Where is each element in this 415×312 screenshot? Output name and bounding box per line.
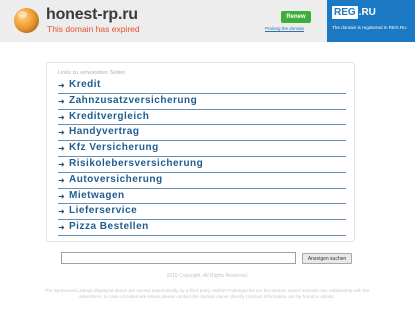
related-link[interactable]: ➜ Kfz Versicherung	[58, 141, 346, 157]
related-link-label[interactable]: Mietwagen	[69, 190, 125, 201]
search-input[interactable]	[61, 252, 296, 264]
related-link-label[interactable]: Pizza Bestellen	[69, 221, 149, 232]
copyright-text: 2015 Copyright. All Rights Reserved.	[166, 273, 249, 279]
arrow-right-icon: ➜	[58, 112, 65, 122]
expired-notice: This domain has expired	[47, 24, 140, 34]
related-link-label[interactable]: Handyvertrag	[69, 126, 139, 137]
domain-title: honest-rp.ru	[46, 6, 138, 23]
related-link-label[interactable]: Kfz Versicherung	[69, 142, 159, 153]
arrow-right-icon: ➜	[58, 207, 65, 217]
related-links-box: Links zu verwandten Seiten ➜ Kredit ➜ Za…	[46, 62, 355, 242]
related-link-label[interactable]: Kreditvergleich	[69, 111, 149, 122]
arrow-right-icon: ➜	[58, 191, 65, 201]
related-link-label[interactable]: Lieferservice	[69, 205, 137, 216]
related-link[interactable]: ➜ Autoversicherung	[58, 173, 346, 189]
related-link[interactable]: ➜ Handyvertrag	[58, 125, 346, 142]
arrow-right-icon: ➜	[58, 128, 65, 138]
arrow-right-icon: ➜	[58, 96, 65, 106]
arrow-right-icon: ➜	[58, 223, 65, 233]
registrar-logo: REG .RU	[332, 6, 376, 19]
disclaimer-text: The Sponsored Listings displayed above a…	[44, 288, 370, 299]
related-link-label[interactable]: Risikolebersversicherung	[69, 158, 203, 169]
related-link-label[interactable]: Autoversicherung	[69, 174, 163, 185]
related-link[interactable]: ➜ Zahnzusatzversicherung	[58, 94, 346, 110]
arrow-right-icon: ➜	[58, 144, 65, 154]
related-link-label[interactable]: Kredit	[69, 79, 101, 90]
related-link[interactable]: ➜ Pizza Bestellen	[58, 220, 346, 236]
related-link[interactable]: ➜ Mietwagen	[58, 189, 346, 205]
header-bar: honest-rp.ru This domain has expired Ren…	[0, 0, 415, 42]
related-link[interactable]: ➜ Risikolebersversicherung	[58, 157, 346, 173]
arrow-right-icon: ➜	[58, 81, 65, 90]
prolong-domain-link[interactable]: Prolong the domain	[265, 26, 304, 31]
related-link[interactable]: ➜ Kredit	[58, 78, 346, 94]
globe-icon	[14, 8, 39, 33]
renew-button[interactable]: Renew	[281, 11, 311, 23]
related-link-label[interactable]: Zahnzusatzversicherung	[69, 95, 197, 106]
arrow-right-icon: ➜	[58, 175, 65, 185]
registrar-logo-suffix: .RU	[358, 7, 376, 18]
related-link[interactable]: ➜ Kreditvergleich	[58, 110, 346, 126]
arrow-right-icon: ➜	[58, 160, 65, 169]
related-links-title: Links zu verwandten Seiten	[58, 70, 126, 76]
registrar-text: The domain is registered in REG.RU	[332, 25, 407, 30]
parked-domain-page: honest-rp.ru This domain has expired Ren…	[0, 0, 415, 312]
search-ads-button[interactable]: Anzeigen suchen	[302, 253, 352, 264]
registrar-logo-main: REG	[332, 6, 358, 19]
related-link[interactable]: ➜ Lieferservice	[58, 204, 346, 221]
registrar-panel[interactable]: REG .RU The domain is registered in REG.R…	[327, 0, 415, 42]
